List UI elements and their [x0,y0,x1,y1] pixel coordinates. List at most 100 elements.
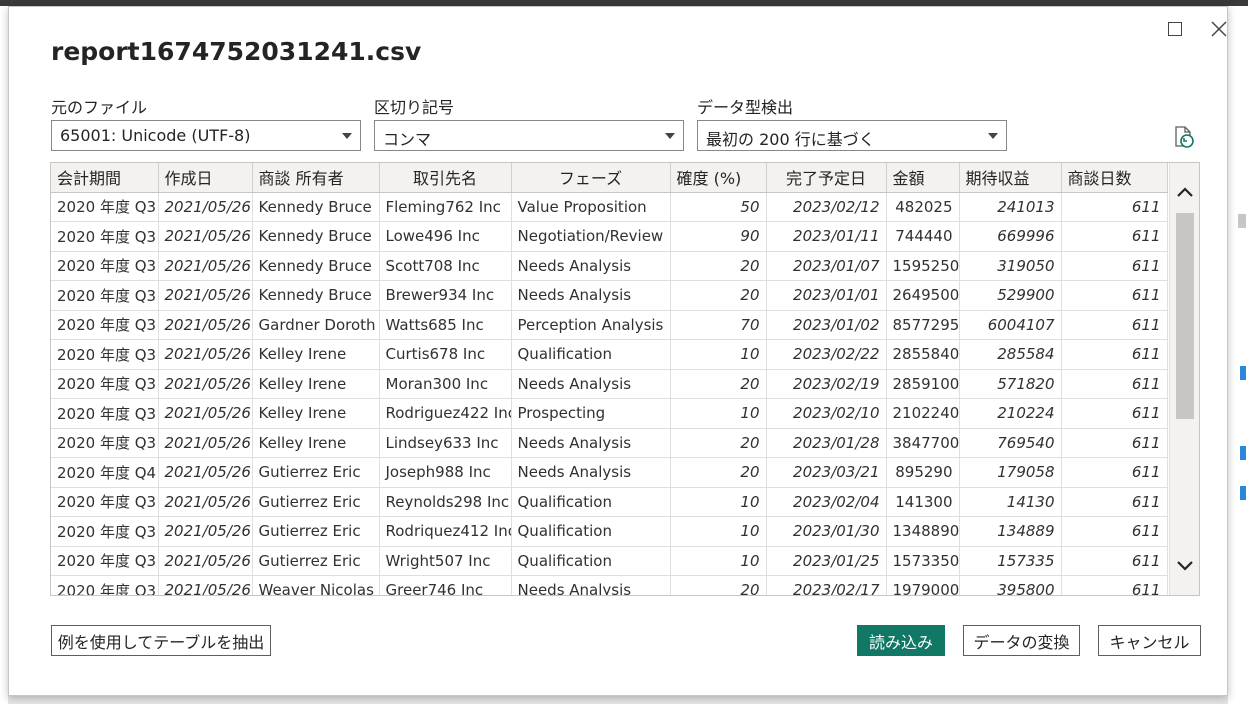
column-header[interactable]: 期待収益 [959,163,1062,193]
column-header[interactable]: 商談日数 [1061,163,1168,193]
table-cell: 20 [670,457,767,488]
scroll-up-button[interactable] [1175,183,1195,203]
table-cell: 2855840 [886,339,960,370]
table-cell: 319050 [959,251,1062,281]
chevron-down-icon [665,133,675,139]
table-cell: Weaver Nicolas [252,575,380,595]
column-header[interactable]: 金額 [886,163,960,193]
table-cell: 611 [1061,457,1168,488]
table-cell: 2020 年度 Q3 [51,487,159,517]
table-cell: Rodriquez412 Inc [379,516,512,547]
column-header[interactable]: 取引先名 [379,163,512,193]
refresh-document-icon [1175,126,1194,148]
vertical-scrollbar[interactable] [1169,163,1199,595]
table-cell: 669996 [959,221,1062,252]
table-cell: 2023/02/22 [766,339,887,370]
table-cell: 2859100 [886,369,960,399]
column-header[interactable]: 会計期間 [51,163,159,193]
table-cell: 20 [670,428,767,458]
type-detection-select[interactable]: 最初の 200 行に基づく [697,120,1007,151]
table-cell: 2023/01/01 [766,280,887,311]
table-row: 2020 年度 Q3 2021/05/26 Kennedy Bruce Lowe496… [51,221,1168,252]
chevron-down-icon [1177,561,1193,571]
table-cell: 2020 年度 Q4 [51,457,159,488]
table-cell: 179058 [959,457,1062,488]
table-cell: Needs Analysis [511,457,671,488]
table-cell: Gutierrez Eric [252,487,380,517]
table-cell: 2023/02/12 [766,192,887,222]
table-cell: Kelley Irene [252,398,380,429]
table-cell: 2021/05/26 [158,457,253,488]
file-origin-label: 元のファイル [51,98,148,117]
table-cell: 2649500 [886,280,960,311]
extract-table-using-examples-button[interactable]: 例を使用してテーブルを抽出 [51,625,271,656]
scrollbar-thumb[interactable] [1176,213,1194,419]
column-header[interactable]: フェーズ [511,163,671,193]
table-cell: 611 [1061,280,1168,311]
table-cell: 2021/05/26 [158,280,253,311]
type-detection-value: 最初の 200 行に基づく [706,130,875,149]
delimiter-select[interactable]: コンマ [374,120,684,151]
table-cell: 2023/02/19 [766,369,887,399]
table-cell: 157335 [959,546,1062,576]
transform-data-button[interactable]: データの変換 [963,625,1080,656]
table-cell: Gutierrez Eric [252,516,380,547]
table-cell: 6004107 [959,310,1062,340]
table-cell: 2021/05/26 [158,192,253,222]
scroll-down-button[interactable] [1175,555,1195,575]
table-cell: 2023/03/21 [766,457,887,488]
table-cell: Watts685 Inc [379,310,512,340]
file-origin-select[interactable]: 65001: Unicode (UTF-8) [51,120,361,151]
table-row: 2020 年度 Q3 2021/05/26 Gardner Doroth Watts6… [51,310,1168,340]
table-cell: Needs Analysis [511,369,671,399]
close-button[interactable] [1205,15,1233,43]
data-preview-grid: 会計期間 作成日 商談 所有者 取引先名 フェーズ 確度 (%) 完了予定日 金額 期待収益 商談… [50,162,1200,596]
table-cell: 611 [1061,487,1168,517]
table-cell: Prospecting [511,398,671,429]
table-cell: Kennedy Bruce [252,221,380,252]
maximize-button[interactable] [1161,15,1189,43]
table-cell: Perception Analysis [511,310,671,340]
table-cell: 2020 年度 Q3 [51,339,159,370]
table-cell: 744440 [886,221,960,252]
column-header[interactable]: 確度 (%) [670,163,767,193]
table-cell: 141300 [886,487,960,517]
table-cell: 2102240 [886,398,960,429]
table-cell: Greer746 Inc [379,575,512,595]
table-row: 2020 年度 Q3 2021/05/26 Kennedy Bruce Brewer9… [51,280,1168,311]
table-cell: 2021/05/26 [158,516,253,547]
table-cell: 395800 [959,575,1062,595]
table-row: 2020 年度 Q3 2021/05/26 Gutierrez Eric Reynol… [51,487,1168,517]
table-cell: 20 [670,280,767,311]
table-row: 2020 年度 Q3 2021/05/26 Kennedy Bruce Scott70… [51,251,1168,281]
table-cell: Kelley Irene [252,339,380,370]
table-cell: 2023/01/02 [766,310,887,340]
table-cell: 10 [670,339,767,370]
table-cell: Moran300 Inc [379,369,512,399]
table-cell: 2021/05/26 [158,575,253,595]
table-cell: Qualification [511,487,671,517]
table-cell: 2021/05/26 [158,339,253,370]
refresh-preview-button[interactable] [1171,124,1197,150]
load-button[interactable]: 読み込み [857,625,945,656]
background-mark [1240,486,1246,500]
table-cell: 611 [1061,339,1168,370]
table-cell: 2023/02/04 [766,487,887,517]
column-header[interactable]: 商談 所有者 [252,163,380,193]
table-cell: 20 [670,251,767,281]
background-mark [1238,214,1246,228]
table-cell: Kennedy Bruce [252,251,380,281]
table-cell: Gutierrez Eric [252,457,380,488]
table-cell: 10 [670,398,767,429]
column-header[interactable]: 完了予定日 [766,163,887,193]
column-header[interactable]: 作成日 [158,163,253,193]
table-cell: 2021/05/26 [158,221,253,252]
table-cell: 210224 [959,398,1062,429]
cancel-button[interactable]: キャンセル [1098,625,1201,656]
table-cell: 529900 [959,280,1062,311]
table-cell: 2021/05/26 [158,398,253,429]
table-cell: 2020 年度 Q3 [51,428,159,458]
table-cell: Kelley Irene [252,369,380,399]
table-cell: 2023/01/30 [766,516,887,547]
table-cell: 2020 年度 Q3 [51,398,159,429]
